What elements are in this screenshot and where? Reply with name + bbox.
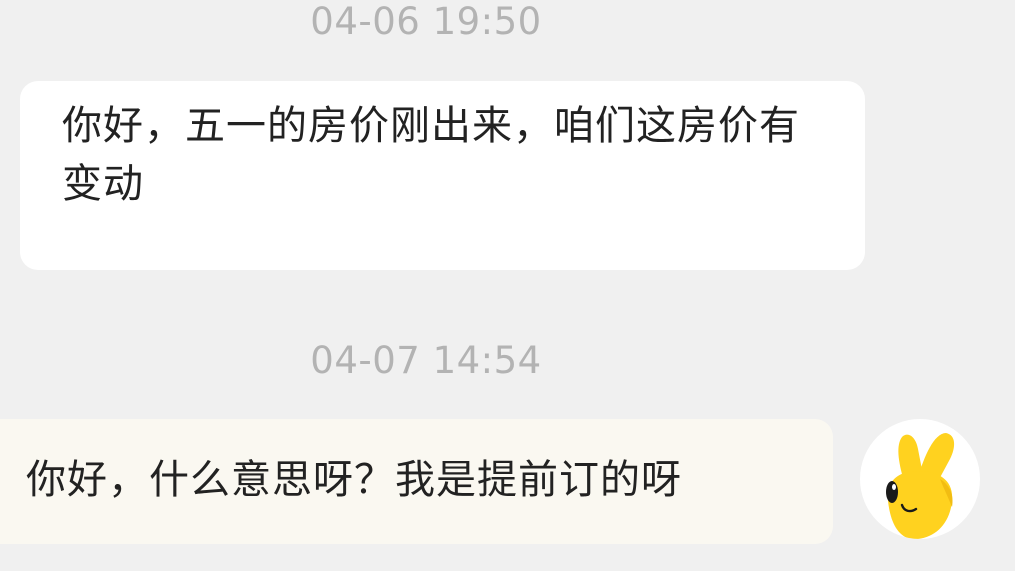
message-timestamp: 04-07 14:54 [310, 339, 542, 382]
avatar[interactable] [860, 419, 980, 539]
incoming-message-bubble[interactable]: 你好，五一的房价刚出来，咱们这房价有变动 [20, 81, 865, 270]
outgoing-message-bubble[interactable]: 你好，什么意思呀？我是提前订的呀 [0, 419, 833, 544]
yellow-hand-mascot-icon [886, 433, 955, 539]
message-timestamp: 04-06 19:50 [310, 0, 542, 43]
